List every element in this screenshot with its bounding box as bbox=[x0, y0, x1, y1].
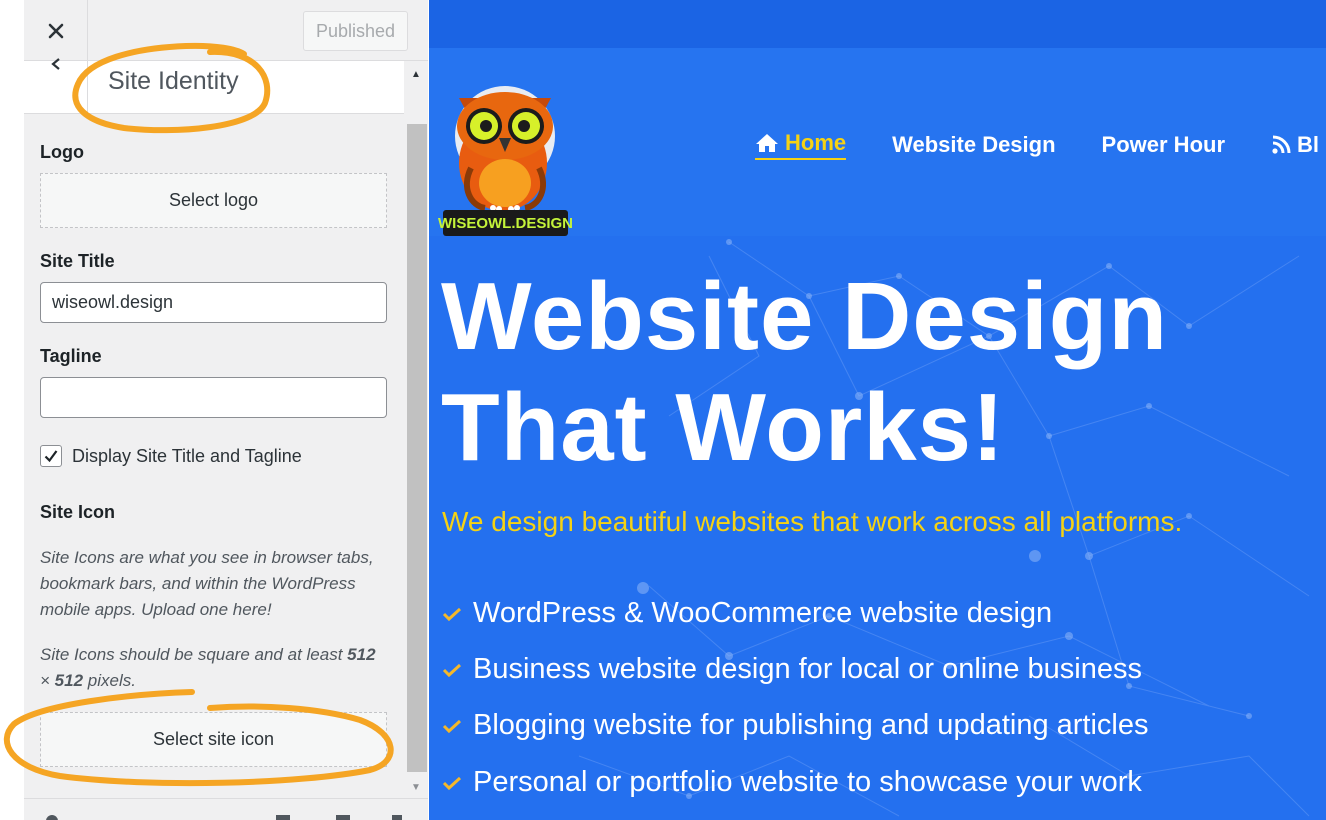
feature-item: Business website design for local or onl… bbox=[442, 653, 1142, 686]
preview-top-bar bbox=[429, 0, 1326, 48]
close-icon bbox=[48, 23, 63, 38]
nav-item-home[interactable]: Home bbox=[755, 130, 847, 160]
main-navigation: Home Website Design Power Hour Bl bbox=[755, 130, 1326, 160]
scrollbar-thumb[interactable] bbox=[407, 124, 427, 772]
scroll-down-arrow[interactable]: ▼ bbox=[404, 776, 428, 798]
section-title: Site Identity bbox=[108, 67, 239, 95]
feature-item: Personal or portfolio website to showcas… bbox=[442, 766, 1142, 799]
customizer-header: Published bbox=[24, 0, 428, 61]
feature-text: WordPress & WooCommerce website design bbox=[473, 597, 1053, 629]
nav-item-website-design[interactable]: Website Design bbox=[892, 132, 1055, 158]
home-icon bbox=[755, 133, 779, 153]
feature-item: Blogging website for publishing and upda… bbox=[442, 709, 1149, 742]
feature-text: Blogging website for publishing and upda… bbox=[473, 709, 1149, 741]
check-icon bbox=[442, 718, 462, 734]
check-icon bbox=[442, 662, 462, 678]
checkmark-icon bbox=[44, 450, 58, 463]
customizer-footer bbox=[24, 798, 428, 820]
scroll-up-arrow[interactable]: ▲ bbox=[404, 61, 428, 121]
feature-item: WordPress & WooCommerce website design bbox=[442, 597, 1052, 630]
site-header: WISEOWL.DESIGN Home Website Design Power… bbox=[429, 48, 1326, 236]
hero-headline-line-2: That Works! bbox=[441, 374, 1005, 481]
hero-headline-line-1: Website Design bbox=[441, 263, 1169, 370]
display-title-checkbox[interactable] bbox=[40, 445, 62, 467]
logo-wordmark: WISEOWL.DESIGN bbox=[438, 210, 573, 236]
feature-text: Personal or portfolio website to showcas… bbox=[473, 766, 1142, 798]
site-icon-description: Site Icons are what you see in browser t… bbox=[40, 548, 374, 619]
owl-icon bbox=[455, 86, 555, 212]
display-title-row: Display Site Title and Tagline bbox=[40, 445, 302, 467]
customizer-panel: Published Site Identity ▲ ▼ Logo Select … bbox=[24, 0, 428, 820]
site-icon-size-note: Site Icons should be square and at least… bbox=[40, 645, 376, 690]
hide-controls-icon[interactable] bbox=[46, 815, 58, 820]
site-title-label: Site Title bbox=[40, 251, 115, 271]
mobile-preview-icon[interactable] bbox=[392, 815, 402, 820]
back-button[interactable] bbox=[24, 58, 88, 114]
check-icon bbox=[442, 606, 462, 622]
close-button[interactable] bbox=[24, 0, 88, 61]
section-header: Site Identity bbox=[24, 58, 404, 114]
desktop-preview-icon[interactable] bbox=[276, 815, 290, 820]
rss-icon bbox=[1271, 135, 1291, 155]
display-title-label: Display Site Title and Tagline bbox=[72, 445, 302, 466]
logo-label: Logo bbox=[40, 142, 84, 162]
tablet-preview-icon[interactable] bbox=[336, 815, 350, 820]
chevron-left-icon bbox=[50, 58, 60, 70]
hero-subheadline: We design beautiful websites that work a… bbox=[442, 506, 1183, 537]
nav-item-blog[interactable]: Bl bbox=[1271, 132, 1319, 158]
nav-label-home: Home bbox=[785, 130, 847, 155]
select-site-icon-button[interactable]: Select site icon bbox=[40, 712, 387, 767]
tagline-label: Tagline bbox=[40, 346, 102, 366]
check-icon bbox=[442, 775, 462, 791]
site-icon-label: Site Icon bbox=[40, 502, 116, 522]
customizer-sidebar: Published Site Identity ▲ ▼ Logo Select … bbox=[0, 0, 429, 820]
nav-item-power-hour[interactable]: Power Hour bbox=[1102, 132, 1225, 158]
select-logo-button[interactable]: Select logo bbox=[40, 173, 387, 228]
feature-text: Business website design for local or onl… bbox=[473, 653, 1142, 685]
site-title-input[interactable] bbox=[40, 282, 387, 323]
site-logo[interactable]: WISEOWL.DESIGN bbox=[438, 68, 573, 236]
tagline-input[interactable] bbox=[40, 377, 387, 418]
nav-label-blog: Bl bbox=[1297, 132, 1320, 157]
site-preview: WISEOWL.DESIGN Home Website Design Power… bbox=[429, 0, 1326, 820]
publish-button[interactable]: Published bbox=[303, 11, 408, 51]
